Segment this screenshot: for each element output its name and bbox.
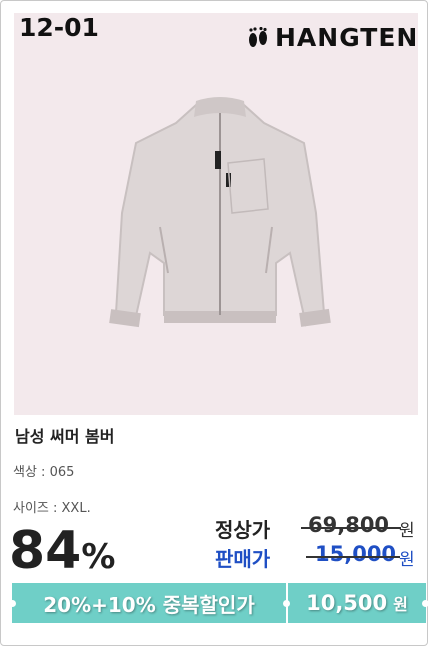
product-card[interactable]: 12-01 HANGTEN 남성 써머 봄버 색상 : 065 사이즈 : XX… xyxy=(0,0,429,646)
discount-value: 84 xyxy=(9,521,82,581)
brand-logo: HANGTEN xyxy=(247,23,418,52)
promo-banner[interactable]: 20%+10% 중복할인가 xyxy=(12,583,286,623)
footprint-icon xyxy=(249,26,267,47)
discount-sign: % xyxy=(81,537,116,577)
band-dot-right xyxy=(422,600,429,607)
regular-price: 69,800 xyxy=(308,513,390,537)
band-dot-left xyxy=(9,600,16,607)
promo-text: 20%+10% 중복할인가 xyxy=(43,592,255,617)
final-price-box[interactable]: 10,500 원 xyxy=(288,583,426,623)
product-code: 12-01 xyxy=(19,13,99,42)
regular-price-strike xyxy=(301,527,401,529)
color-label: 색상 : 065 xyxy=(13,465,75,480)
sale-price-label: 판매가 xyxy=(215,547,271,571)
sale-price: 15,000 xyxy=(315,542,397,566)
product-image[interactable] xyxy=(14,13,418,415)
band-dot-middle xyxy=(283,600,290,607)
final-won: 원 xyxy=(393,595,408,614)
size-label: 사이즈 : XXL. xyxy=(13,501,91,516)
product-name[interactable]: 남성 써머 봄버 xyxy=(15,423,114,447)
jacket-illustration xyxy=(109,97,331,328)
sale-won: 원 xyxy=(399,550,415,570)
discount-rate: 84% xyxy=(9,521,115,587)
brand-name: HANGTEN xyxy=(275,23,419,52)
regular-price-label: 정상가 xyxy=(215,518,271,542)
regular-won: 원 xyxy=(399,521,415,541)
sale-price-strike xyxy=(306,556,400,558)
final-price: 10,500 xyxy=(306,591,388,615)
